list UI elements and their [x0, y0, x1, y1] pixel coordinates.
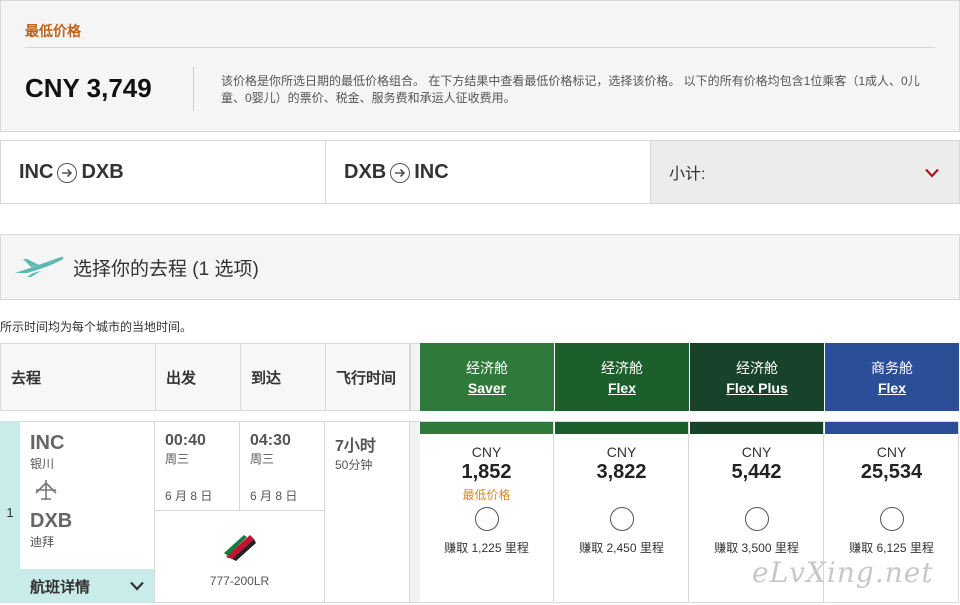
fare-currency: CNY — [876, 444, 907, 460]
header-route: 去程 — [0, 343, 155, 411]
select-outbound-header: 选择你的去程 (1 选项) — [0, 234, 960, 300]
duration-cell: 7小时 50分钟 — [325, 421, 410, 603]
flight-details-label: 航班详情 — [30, 578, 91, 596]
origin-airport-code: INC — [30, 432, 65, 454]
watermark: eLvXing.net — [752, 556, 934, 589]
fare-name[interactable]: Flex — [555, 380, 689, 396]
lowest-price-tag: 最低价格 — [462, 488, 511, 502]
plane-outline-icon — [32, 478, 60, 507]
fare-name[interactable]: Flex — [825, 380, 959, 396]
destination-airport-code: DXB — [30, 510, 73, 532]
timezone-note: 所示时间均为每个城市的当地时间。 — [0, 320, 193, 334]
fare-header-economy-saver[interactable]: 经济舱 Saver — [420, 343, 554, 411]
header-arrive: 到达 — [240, 343, 325, 411]
lowest-price-value: CNY 3,749 — [25, 73, 152, 103]
miles-earned: 赚取 3,500 里程 — [714, 541, 799, 555]
tab-inbound-route[interactable]: DXB INC — [326, 141, 651, 203]
arrive-day: 周三 — [250, 452, 275, 466]
airline-logo-icon — [155, 531, 324, 566]
fare-currency: CNY — [741, 444, 772, 460]
aircraft-cell: 777-200LR — [155, 511, 325, 603]
destination-code: DXB — [81, 160, 124, 183]
miles-earned: 赚取 6,125 里程 — [849, 541, 934, 555]
tab-outbound-route[interactable]: INC DXB — [1, 141, 326, 203]
header-gap — [410, 343, 420, 411]
lowest-price-panel: 最低价格 CNY 3,749 该价格是你所选日期的最低价格组合。 在下方结果中查… — [0, 0, 960, 132]
header-depart: 出发 — [155, 343, 240, 411]
row-index: 1 — [0, 421, 20, 603]
fare-radio[interactable] — [474, 507, 499, 531]
fare-currency: CNY — [606, 444, 637, 460]
cabin-label: 商务舱 — [871, 360, 913, 376]
lowest-price-tag — [555, 486, 688, 503]
cabin-label: 经济舱 — [601, 360, 643, 376]
chevron-down-icon — [130, 578, 144, 595]
duration-minutes: 50分钟 — [335, 458, 373, 472]
row-gap — [410, 421, 420, 603]
fare-option-economy-saver[interactable]: CNY 1,852 最低价格 赚取 1,225 里程 — [420, 421, 554, 603]
lowest-price-tag — [690, 486, 823, 503]
cabin-label: 经济舱 — [736, 360, 778, 376]
fare-color-strip — [825, 422, 958, 434]
destination-city: 迪拜 — [30, 535, 55, 549]
fare-radio[interactable] — [879, 507, 904, 531]
depart-time: 00:40 — [165, 432, 206, 449]
fare-amount: 5,442 — [731, 461, 782, 483]
miles-earned: 赚取 2,450 里程 — [579, 541, 664, 555]
select-outbound-title: 选择你的去程 (1 选项) — [73, 258, 259, 280]
fare-amount: 3,822 — [596, 461, 647, 483]
divider — [25, 47, 935, 48]
fare-name[interactable]: Flex Plus — [690, 380, 824, 396]
fare-color-strip — [690, 422, 823, 434]
airplane-icon — [13, 253, 65, 282]
depart-day: 周三 — [165, 452, 190, 466]
arrive-date: 6 月 8 日 — [250, 489, 298, 503]
arrow-right-icon — [390, 163, 411, 183]
route-tabs: INC DXB DXB INC 小计: — [0, 140, 960, 204]
miles-earned: 赚取 1,225 里程 — [444, 541, 529, 555]
lowest-price-title: 最低价格 — [25, 23, 81, 39]
fare-amount: 1,852 — [461, 461, 512, 483]
fare-radio[interactable] — [744, 507, 769, 531]
header-duration: 飞行时间 — [325, 343, 410, 411]
fare-color-strip — [555, 422, 688, 434]
depart-date: 6 月 8 日 — [165, 489, 213, 503]
fare-header-economy-flex[interactable]: 经济舱 Flex — [555, 343, 689, 411]
cabin-label: 经济舱 — [466, 360, 508, 376]
fare-radio[interactable] — [609, 507, 634, 531]
fare-option-economy-flex[interactable]: CNY 3,822 赚取 2,450 里程 — [555, 421, 689, 603]
fare-color-strip — [420, 422, 553, 434]
fare-currency: CNY — [471, 444, 502, 460]
subtotal-toggle[interactable]: 小计: — [651, 141, 959, 203]
origin-code: DXB — [344, 160, 387, 183]
flight-details-toggle[interactable]: 航班详情 — [20, 569, 154, 603]
destination-code: INC — [414, 160, 449, 183]
depart-cell: 00:40 周三 6 月 8 日 — [155, 421, 240, 511]
chevron-down-icon — [925, 162, 939, 183]
arrow-right-icon — [57, 163, 78, 183]
fare-header-economy-flex-plus[interactable]: 经济舱 Flex Plus — [690, 343, 824, 411]
fare-name[interactable]: Saver — [420, 380, 554, 396]
aircraft-type: 777-200LR — [209, 574, 270, 588]
fare-header-business-flex[interactable]: 商务舱 Flex — [825, 343, 959, 411]
vertical-divider — [193, 67, 194, 111]
arrive-time: 04:30 — [250, 432, 291, 449]
subtotal-label: 小计: — [669, 166, 706, 183]
fare-amount: 25,534 — [860, 461, 923, 483]
lowest-price-tag — [825, 486, 958, 503]
origin-code: INC — [19, 160, 54, 183]
arrive-cell: 04:30 周三 6 月 8 日 — [240, 421, 325, 511]
origin-city: 银川 — [30, 457, 55, 471]
duration-hours: 7小时 — [335, 438, 376, 455]
lowest-price-note: 该价格是你所选日期的最低价格组合。 在下方结果中查看最低价格标记，选择该价格。 … — [221, 74, 920, 105]
